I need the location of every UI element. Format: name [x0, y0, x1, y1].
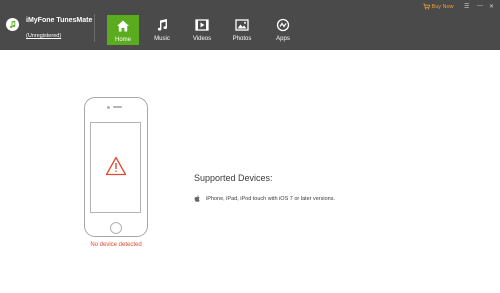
minimize-icon[interactable]: — [477, 3, 483, 9]
app-name: iMyFone TunesMate [26, 17, 93, 24]
close-icon[interactable]: ✕ [489, 3, 494, 10]
phone-camera [107, 105, 110, 109]
tab-home[interactable]: Home [107, 15, 139, 45]
warning-icon [105, 156, 127, 176]
device-status-text: No device detected [90, 242, 142, 248]
menu-icon[interactable]: ☰ [464, 3, 469, 10]
tab-photos[interactable]: Photos [226, 14, 258, 44]
video-icon [195, 18, 209, 32]
tab-apps[interactable]: Apps [267, 14, 299, 44]
phone-illustration [84, 97, 148, 237]
supported-devices-description: iPhone, iPad, iPod touch with iOS 7 or l… [206, 196, 336, 202]
tab-home-label: Home [114, 37, 131, 43]
photo-icon [235, 18, 249, 32]
tab-music-label: Music [154, 36, 170, 42]
phone-screen [90, 122, 141, 213]
phone-speaker [113, 106, 122, 108]
tab-apps-label: Apps [276, 36, 290, 42]
buy-now-button[interactable]: Buy Now [423, 3, 454, 10]
cart-icon [423, 3, 431, 10]
header-divider [94, 14, 95, 42]
tab-videos-label: Videos [192, 36, 212, 42]
tab-videos[interactable]: Videos [186, 14, 218, 44]
title-bar: iMyFone TunesMate (Unregistered) Home Mu… [0, 0, 500, 50]
home-icon [116, 19, 130, 33]
buy-now-label: Buy Now [431, 3, 454, 10]
music-icon [155, 18, 169, 32]
app-window: iMyFone TunesMate (Unregistered) Home Mu… [0, 0, 500, 293]
tab-photos-label: Photos [232, 36, 252, 42]
tab-music[interactable]: Music [146, 14, 178, 44]
apps-icon [276, 18, 290, 32]
registration-link[interactable]: (Unregistered) [26, 33, 61, 39]
apple-icon [194, 195, 200, 202]
phone-home-button [110, 222, 122, 234]
supported-devices-title: Supported Devices: [194, 173, 273, 183]
app-logo-icon [6, 18, 19, 31]
